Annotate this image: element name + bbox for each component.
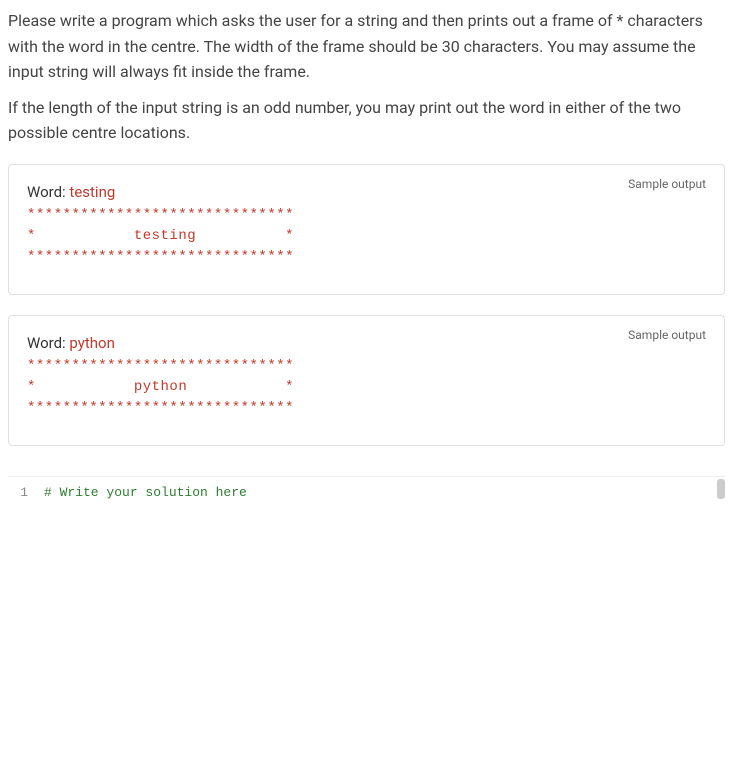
code-editor[interactable]: 1 # Write your solution here	[8, 476, 725, 636]
word-input-value: python	[69, 334, 114, 352]
output-line: * testing *	[27, 228, 294, 244]
line-number-gutter: 1	[8, 477, 36, 636]
instructions-block: Please write a program which asks the us…	[8, 8, 725, 146]
sample-output-label: Sample output	[628, 175, 706, 194]
word-input-value: testing	[69, 183, 115, 201]
instruction-paragraph-1: Please write a program which asks the us…	[8, 8, 725, 85]
sample-output-1: Sample output Word: testing ************…	[8, 164, 725, 295]
output-line: ******************************	[27, 358, 294, 374]
word-prompt-label: Word:	[27, 334, 69, 352]
output-line: * python *	[27, 379, 294, 395]
sample-output-label: Sample output	[628, 326, 706, 345]
output-line: ******************************	[27, 207, 294, 223]
output-line: ******************************	[27, 400, 294, 416]
word-prompt-label: Word:	[27, 183, 69, 201]
sample-content: Word: python ***************************…	[27, 332, 706, 419]
scrollbar-thumb[interactable]	[717, 479, 725, 499]
sample-output-2: Sample output Word: python *************…	[8, 315, 725, 446]
sample-content: Word: testing **************************…	[27, 181, 706, 268]
code-content[interactable]: # Write your solution here	[36, 477, 725, 636]
line-number: 1	[8, 483, 28, 504]
output-line: ******************************	[27, 249, 294, 265]
instruction-paragraph-2: If the length of the input string is an …	[8, 95, 725, 146]
